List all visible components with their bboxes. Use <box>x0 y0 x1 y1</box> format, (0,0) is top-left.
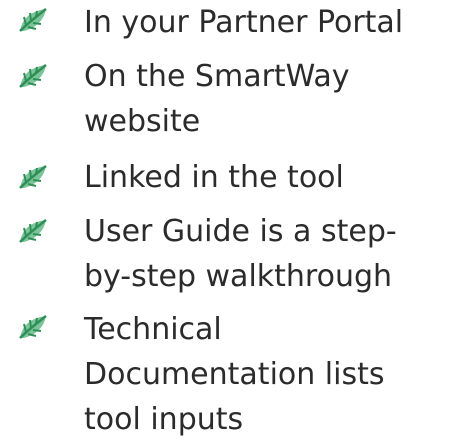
slide: In your Partner Portal On the SmartWay w… <box>0 0 452 442</box>
leaf-icon <box>16 5 50 35</box>
bullet-text: On the SmartWay website <box>84 54 452 144</box>
text-line: Technical <box>84 312 222 347</box>
text-line: In your Partner Portal <box>84 5 404 40</box>
text-line: tool inputs <box>84 402 244 437</box>
leaf-icon <box>16 162 50 192</box>
bullet-text: Linked in the tool <box>84 155 452 200</box>
bullet-text: User Guide is a step- by-step walkthroug… <box>84 209 452 299</box>
text-line: On the SmartWay <box>84 59 350 94</box>
bullet-text: Technical Documentation lists tool input… <box>84 307 452 442</box>
text-line: by-step walkthrough <box>84 259 393 294</box>
leaf-icon <box>16 312 50 342</box>
text-line: User Guide is a step- <box>84 214 397 249</box>
bullet-text: In your Partner Portal <box>84 0 452 45</box>
text-line: website <box>84 104 201 139</box>
leaf-icon <box>16 216 50 246</box>
text-line: Linked in the tool <box>84 160 344 195</box>
leaf-icon <box>16 61 50 91</box>
text-line: Documentation lists <box>84 357 385 392</box>
